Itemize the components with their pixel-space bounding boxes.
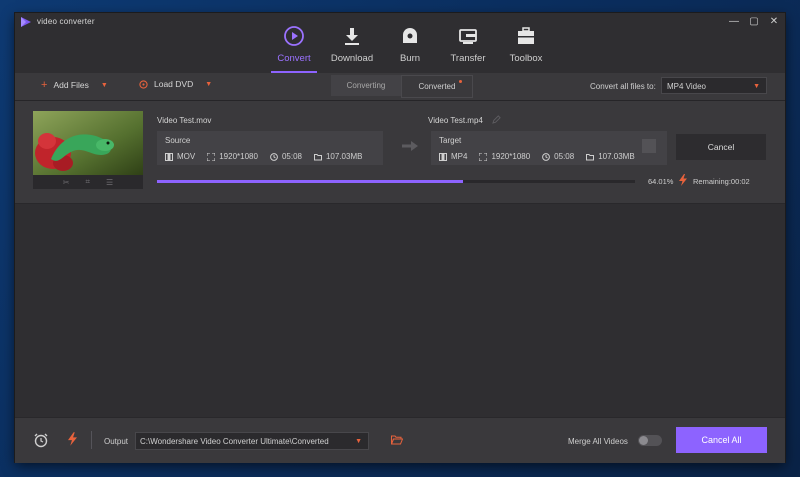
divider <box>91 431 92 449</box>
tab-label: Convert <box>277 53 311 64</box>
tab-converting[interactable]: Converting <box>331 75 401 96</box>
effects-icon[interactable]: ☰ <box>106 178 113 187</box>
play-circle-icon <box>284 26 304 46</box>
tab-label: Transfer <box>450 53 486 64</box>
merge-all-toggle[interactable] <box>638 435 662 446</box>
close-button[interactable]: ✕ <box>769 15 779 29</box>
add-files-label: Add Files <box>53 80 89 90</box>
cancel-button[interactable]: Cancel <box>676 134 766 160</box>
chevron-down-icon[interactable]: ▼ <box>205 81 212 88</box>
source-info-box: Source MOV 1920*1080 05:08 107.03MB <box>157 131 383 165</box>
thumbnail-image <box>33 111 143 175</box>
conversion-item: ✂ ⌗ ☰ Video Test.mov Video Test.mp4 Sour… <box>15 101 785 204</box>
merge-all-label: Merge All Videos <box>568 437 628 446</box>
target-settings-button[interactable] <box>642 139 656 153</box>
progress-fill <box>157 180 463 183</box>
tab-label: Burn <box>399 53 421 64</box>
toolbox-icon <box>518 27 534 44</box>
open-folder-icon[interactable] <box>391 435 403 445</box>
target-duration: 05:08 <box>542 152 574 161</box>
convert-all-label: Convert all files to: <box>590 82 656 91</box>
convert-all-value: MP4 Video <box>667 82 706 91</box>
source-details: MOV 1920*1080 05:08 107.03MB <box>165 152 362 161</box>
convert-all-format-select[interactable]: MP4 Video ▼ <box>661 77 767 94</box>
target-filename: Video Test.mp4 <box>428 116 483 125</box>
trim-icon[interactable]: ✂ <box>63 178 70 187</box>
folder-icon <box>586 153 595 160</box>
target-info-box: Target MP4 1920*1080 05:08 107.03MB <box>431 131 667 165</box>
output-label: Output <box>104 437 129 446</box>
source-format: MOV <box>165 152 195 161</box>
window-controls: — ▢ ✕ <box>729 15 779 29</box>
chevron-down-icon: ▼ <box>355 438 362 445</box>
remaining-time: Remaining:00:02 <box>693 177 750 186</box>
source-resolution-value: 1920*1080 <box>219 152 258 161</box>
source-filename: Video Test.mov <box>157 116 212 125</box>
source-format-value: MOV <box>177 152 196 161</box>
transfer-icon <box>459 29 477 44</box>
lightning-icon[interactable] <box>68 432 77 446</box>
output-path-value: C:\Wondershare Video Converter Ultimate\… <box>140 437 329 446</box>
notification-dot <box>459 80 462 83</box>
target-format: MP4 <box>439 152 467 161</box>
disc-icon <box>403 28 417 43</box>
film-icon <box>165 152 173 161</box>
plus-icon: + <box>41 79 48 91</box>
clock-icon <box>270 152 278 161</box>
folder-icon <box>313 153 322 160</box>
target-size-value: 107.03MB <box>598 152 635 161</box>
restore-button[interactable]: ▢ <box>749 15 759 29</box>
thumbnail-controls: ✂ ⌗ ☰ <box>33 175 143 189</box>
arrow-right-icon <box>402 141 418 151</box>
target-header: Target <box>439 136 462 145</box>
target-duration-value: 05:08 <box>554 152 575 161</box>
tab-converted-label: Converted <box>418 82 456 91</box>
target-format-value: MP4 <box>451 152 468 161</box>
target-size: 107.03MB <box>586 152 635 161</box>
progress-percent: 64.01% <box>648 177 674 186</box>
source-size: 107.03MB <box>313 152 363 161</box>
output-path-select[interactable]: C:\Wondershare Video Converter Ultimate\… <box>135 432 369 450</box>
status-segment: Converting Converted <box>331 75 473 98</box>
load-dvd-label: Load DVD <box>154 79 194 89</box>
toolbar: + Add Files ▼ Load DVD ▼ Converting Conv… <box>15 73 785 101</box>
clock-icon <box>542 152 551 161</box>
download-icon <box>345 28 359 45</box>
conversion-progress-bar <box>157 180 635 183</box>
video-thumbnail[interactable] <box>33 111 143 175</box>
add-files-button[interactable]: + Add Files ▼ <box>41 79 108 91</box>
crop-icon[interactable]: ⌗ <box>86 177 91 187</box>
tab-converted[interactable]: Converted <box>401 75 473 98</box>
toggle-knob <box>639 436 648 445</box>
lightning-icon[interactable] <box>679 174 687 186</box>
edit-name-icon[interactable] <box>492 115 501 124</box>
source-duration: 05:08 <box>270 152 302 161</box>
target-resolution: 1920*1080 <box>479 152 530 161</box>
tab-label: Download <box>330 53 374 64</box>
minimize-button[interactable]: — <box>729 15 739 29</box>
source-size-value: 107.03MB <box>325 152 363 161</box>
source-header: Source <box>165 136 191 145</box>
target-details: MP4 1920*1080 05:08 107.03MB <box>439 152 635 161</box>
app-logo-icon <box>21 17 31 27</box>
load-dvd-button[interactable]: Load DVD ▼ <box>139 79 212 89</box>
disc-icon <box>139 79 148 89</box>
source-duration-value: 05:08 <box>281 152 302 161</box>
tab-label: Toolbox <box>509 53 543 64</box>
footer-bar: Output C:\Wondershare Video Converter Ul… <box>15 417 785 463</box>
alarm-clock-icon[interactable] <box>33 432 49 448</box>
chevron-down-icon[interactable]: ▼ <box>101 82 108 89</box>
film-icon <box>439 152 447 161</box>
target-resolution-value: 1920*1080 <box>491 152 531 161</box>
app-window: video converter — ▢ ✕ Convert Download B… <box>15 13 785 463</box>
resolution-icon <box>207 152 216 161</box>
source-resolution: 1920*1080 <box>207 152 258 161</box>
resolution-icon <box>479 152 488 161</box>
chevron-down-icon: ▼ <box>753 83 760 90</box>
cancel-all-button[interactable]: Cancel All <box>676 427 767 453</box>
app-title: video converter <box>37 17 95 26</box>
